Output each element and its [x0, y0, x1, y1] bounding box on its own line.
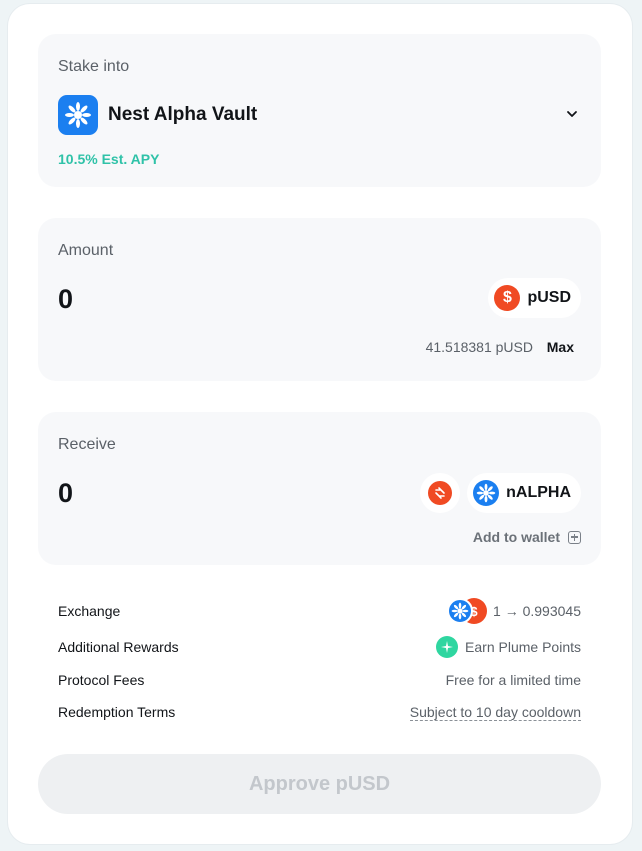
vault-selector[interactable]: Nest Alpha Vault	[58, 95, 257, 135]
detail-value: Earn Plume Points	[465, 639, 581, 655]
max-button[interactable]: Max	[547, 339, 574, 355]
redemption-terms-link[interactable]: Subject to 10 day cooldown	[409, 704, 581, 721]
redemption-row: Redemption Terms Subject to 10 day coold…	[58, 702, 581, 722]
stake-into-panel: Stake into Nest Alpha Vault 10.5% Est. A…	[38, 34, 601, 187]
chevron-down-icon[interactable]	[565, 107, 579, 121]
balance-text: 41.518381 pUSD	[425, 339, 533, 355]
amount-input[interactable]: 0	[58, 284, 73, 315]
token-label: pUSD	[527, 289, 571, 306]
detail-key: Protocol Fees	[58, 672, 145, 688]
token-pair-icon: $	[447, 598, 488, 624]
rewards-row: Additional Rewards Earn Plume Points	[58, 636, 581, 658]
daisy-coin-icon	[473, 480, 500, 506]
receive-label: Receive	[58, 436, 116, 453]
receive-value: 0	[58, 478, 74, 508]
add-to-wallet-button[interactable]: Add to wallet	[473, 529, 581, 545]
fees-row: Protocol Fees Free for a limited time	[58, 670, 581, 690]
detail-value: Free for a limited time	[445, 672, 581, 688]
detail-key: Exchange	[58, 603, 121, 619]
exchange-row: Exchange $ 1 → 0.993045	[58, 598, 581, 624]
amount-panel: Amount 0 $ pUSD 41.518381 pUSD Max	[38, 218, 601, 381]
sparkle-icon	[436, 636, 459, 658]
token-label: nALPHA	[506, 484, 571, 501]
receive-panel: Receive 0 nALPHA Add to wallet	[38, 412, 601, 565]
detail-key: Additional Rewards	[58, 639, 179, 655]
amount-label: Amount	[58, 242, 114, 259]
vault-name: Nest Alpha Vault	[108, 104, 258, 125]
daisy-icon	[58, 95, 98, 135]
approve-button[interactable]: Approve pUSD	[38, 754, 601, 814]
stake-card: Stake into Nest Alpha Vault 10.5% Est. A…	[8, 4, 632, 844]
detail-key: Redemption Terms	[58, 704, 176, 720]
pusd-token-selector[interactable]: $ pUSD	[488, 278, 581, 318]
detail-value: 1 → 0.993045	[493, 603, 581, 619]
dollar-coin-icon: $	[494, 285, 521, 311]
plus-square-icon	[568, 530, 581, 544]
swap-icon	[428, 481, 452, 505]
stake-into-label: Stake into	[58, 58, 130, 75]
daisy-coin-icon	[447, 598, 474, 624]
swap-button[interactable]	[420, 473, 460, 513]
apy-label: 10.5% Est. APY	[58, 151, 160, 167]
nalpha-token[interactable]: nALPHA	[467, 473, 581, 513]
add-to-wallet-label: Add to wallet	[472, 529, 560, 545]
